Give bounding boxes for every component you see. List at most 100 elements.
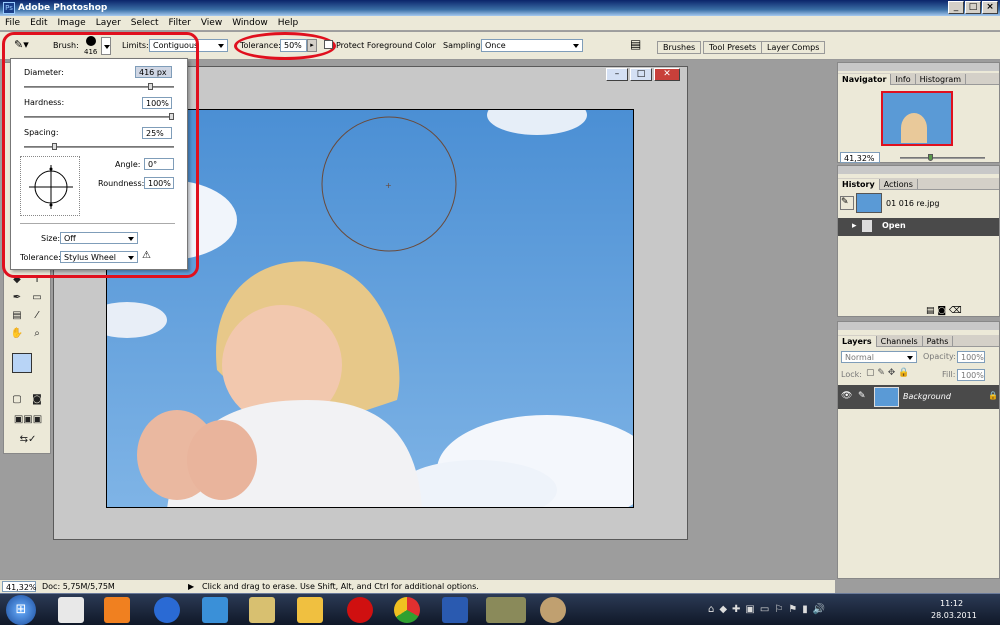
tab-layers[interactable]: Layers	[838, 336, 877, 347]
paint-app-icon[interactable]	[540, 597, 566, 623]
layer-thumbnail	[874, 387, 899, 407]
protect-foreground-checkbox[interactable]	[324, 40, 333, 49]
snapshot-thumbnail[interactable]	[856, 193, 882, 213]
opera-browser-icon[interactable]	[347, 597, 373, 623]
maximize-button[interactable]: □	[965, 1, 981, 14]
layer-brush-link-icon[interactable]: ✎	[858, 391, 866, 401]
quick-mask-mode-icon[interactable]: ◙	[28, 393, 46, 407]
menu-select[interactable]: Select	[126, 16, 164, 31]
foreground-color-swatch[interactable]	[12, 353, 32, 373]
menu-help[interactable]: Help	[273, 16, 304, 31]
system-tray-icons[interactable]: ⌂◆✚▣▭⚐⚑▮🔊	[708, 604, 830, 615]
doc-minimize-button[interactable]: –	[606, 68, 628, 81]
layer-lock-icon: 🔒	[988, 391, 998, 400]
history-panel: History Actions ✎ 01 016 re.jpg ▸ Open ▤ …	[837, 165, 1000, 317]
history-titlebar	[838, 166, 999, 174]
layers-titlebar	[838, 322, 999, 330]
title-bar: Adobe Photoshop	[0, 0, 1000, 16]
tolerance-highlight-circle	[234, 32, 336, 60]
navigator-zoom-input[interactable]: 41,32%	[840, 152, 880, 163]
tab-actions[interactable]: Actions	[880, 179, 918, 190]
protect-foreground-label: Protect Foreground Color	[336, 41, 436, 50]
history-footer-icons[interactable]: ▤ ◙ ⌫	[926, 306, 962, 316]
pen-app-icon[interactable]	[249, 597, 275, 623]
navigator-zoom-thumb[interactable]	[928, 154, 933, 161]
sampling-select[interactable]: Once	[481, 39, 583, 52]
minimize-button[interactable]: _	[948, 1, 964, 14]
menu-window[interactable]: Window	[227, 16, 273, 31]
taskbar: ⊞ ⌂◆✚▣▭⚐⚑▮🔊 11:12 28.03.2011	[0, 593, 1000, 625]
rectangle-tool-icon[interactable]: ▭	[28, 291, 46, 305]
thumbnail-subject	[901, 113, 927, 143]
music-app-icon[interactable]	[202, 597, 228, 623]
tab-histogram[interactable]: Histogram	[916, 74, 967, 85]
opacity-input[interactable]: 100%	[957, 351, 985, 363]
media-player-icon[interactable]	[104, 597, 130, 623]
svg-text:+: +	[385, 181, 392, 190]
status-zoom[interactable]: 41,32%	[2, 581, 37, 592]
history-tabs: History Actions	[838, 178, 999, 190]
standard-mode-icon[interactable]: ▢	[8, 393, 26, 407]
calendar-app-icon[interactable]	[58, 597, 84, 623]
blend-mode-select[interactable]: Normal	[841, 351, 917, 363]
navigator-thumbnail[interactable]	[881, 91, 953, 146]
snapshot-name[interactable]: 01 016 re.jpg	[886, 198, 940, 210]
fill-label: Fill:	[942, 370, 956, 379]
chrome-browser-icon[interactable]	[394, 597, 420, 623]
lock-label: Lock:	[841, 370, 862, 379]
clock-date: 28.03.2011	[931, 611, 977, 620]
palette-tab-tool-presets[interactable]: Tool Presets	[703, 41, 763, 54]
clock-time: 11:12	[940, 599, 964, 608]
palette-well-icon[interactable]: ▤	[630, 37, 646, 53]
fill-input[interactable]: 100%	[957, 369, 985, 381]
screen-mode-icons[interactable]: ▣▣▣	[8, 413, 48, 427]
document-window-controls: – □ ✕	[606, 68, 686, 82]
status-bar: 41,32% Doc: 5,75M/5,75M ▶ Click and drag…	[0, 579, 835, 593]
eyedropper-tool-icon[interactable]: ⁄	[28, 309, 46, 323]
window-title: Adobe Photoshop	[18, 3, 108, 13]
itunes-icon[interactable]	[154, 597, 180, 623]
file-explorer-icon[interactable]	[297, 597, 323, 623]
hand-tool-icon[interactable]: ✋	[8, 327, 26, 341]
doc-maximize-button[interactable]: □	[630, 68, 652, 81]
menu-image[interactable]: Image	[53, 16, 91, 31]
tab-channels[interactable]: Channels	[877, 336, 923, 347]
tab-paths[interactable]: Paths	[923, 336, 954, 347]
tab-info[interactable]: Info	[891, 74, 916, 85]
tab-history[interactable]: History	[838, 179, 880, 190]
doc-close-button[interactable]: ✕	[654, 68, 680, 81]
layers-tabs: Layers Channels Paths	[838, 335, 999, 347]
history-step-row[interactable]: ▸ Open	[838, 218, 999, 236]
lock-icons[interactable]: ▢ ✎ ✥ 🔒	[866, 368, 909, 378]
history-step-label: Open	[882, 221, 906, 230]
status-doc-size: Doc: 5,75M/5,75M	[42, 582, 115, 591]
menu-edit[interactable]: Edit	[25, 16, 52, 31]
photoshop-app-icon: Ps	[3, 2, 15, 14]
sampling-label: Sampling:	[443, 41, 484, 50]
tab-navigator[interactable]: Navigator	[838, 74, 892, 85]
start-button[interactable]: ⊞	[6, 595, 36, 625]
navigator-zoom-slider[interactable]	[900, 154, 985, 161]
palette-tab-layer-comps[interactable]: Layer Comps	[761, 41, 826, 54]
jump-to-imageready-icon[interactable]: ⇆✓	[8, 433, 48, 447]
close-button[interactable]: ×	[982, 1, 998, 14]
layer-visibility-eye-icon[interactable]: 👁	[841, 391, 852, 401]
photoshop-task-icon[interactable]	[486, 597, 526, 623]
history-brush-source-icon[interactable]: ✎	[840, 196, 854, 210]
menu-bar: File Edit Image Layer Select Filter View Window…	[0, 16, 1000, 31]
menu-file[interactable]: File	[0, 16, 25, 31]
zoom-tool-icon[interactable]: ⌕	[28, 327, 46, 341]
menu-layer[interactable]: Layer	[91, 16, 126, 31]
pen-tool-icon[interactable]: ✒	[8, 291, 26, 305]
status-hint: Click and drag to erase. Use Shift, Alt,…	[202, 582, 479, 591]
notes-tool-icon[interactable]: ▤	[8, 309, 26, 323]
word-icon[interactable]	[442, 597, 468, 623]
navigator-titlebar	[838, 63, 999, 71]
status-arrow-icon[interactable]: ▶	[188, 580, 194, 593]
layer-row-background[interactable]: 👁 ✎ Background 🔒	[838, 385, 999, 409]
layer-name: Background	[903, 392, 951, 401]
navigator-tabs: Navigator Info Histogram	[838, 73, 999, 85]
menu-view[interactable]: View	[196, 16, 227, 31]
palette-tab-brushes[interactable]: Brushes	[657, 41, 702, 54]
menu-filter[interactable]: Filter	[164, 16, 196, 31]
